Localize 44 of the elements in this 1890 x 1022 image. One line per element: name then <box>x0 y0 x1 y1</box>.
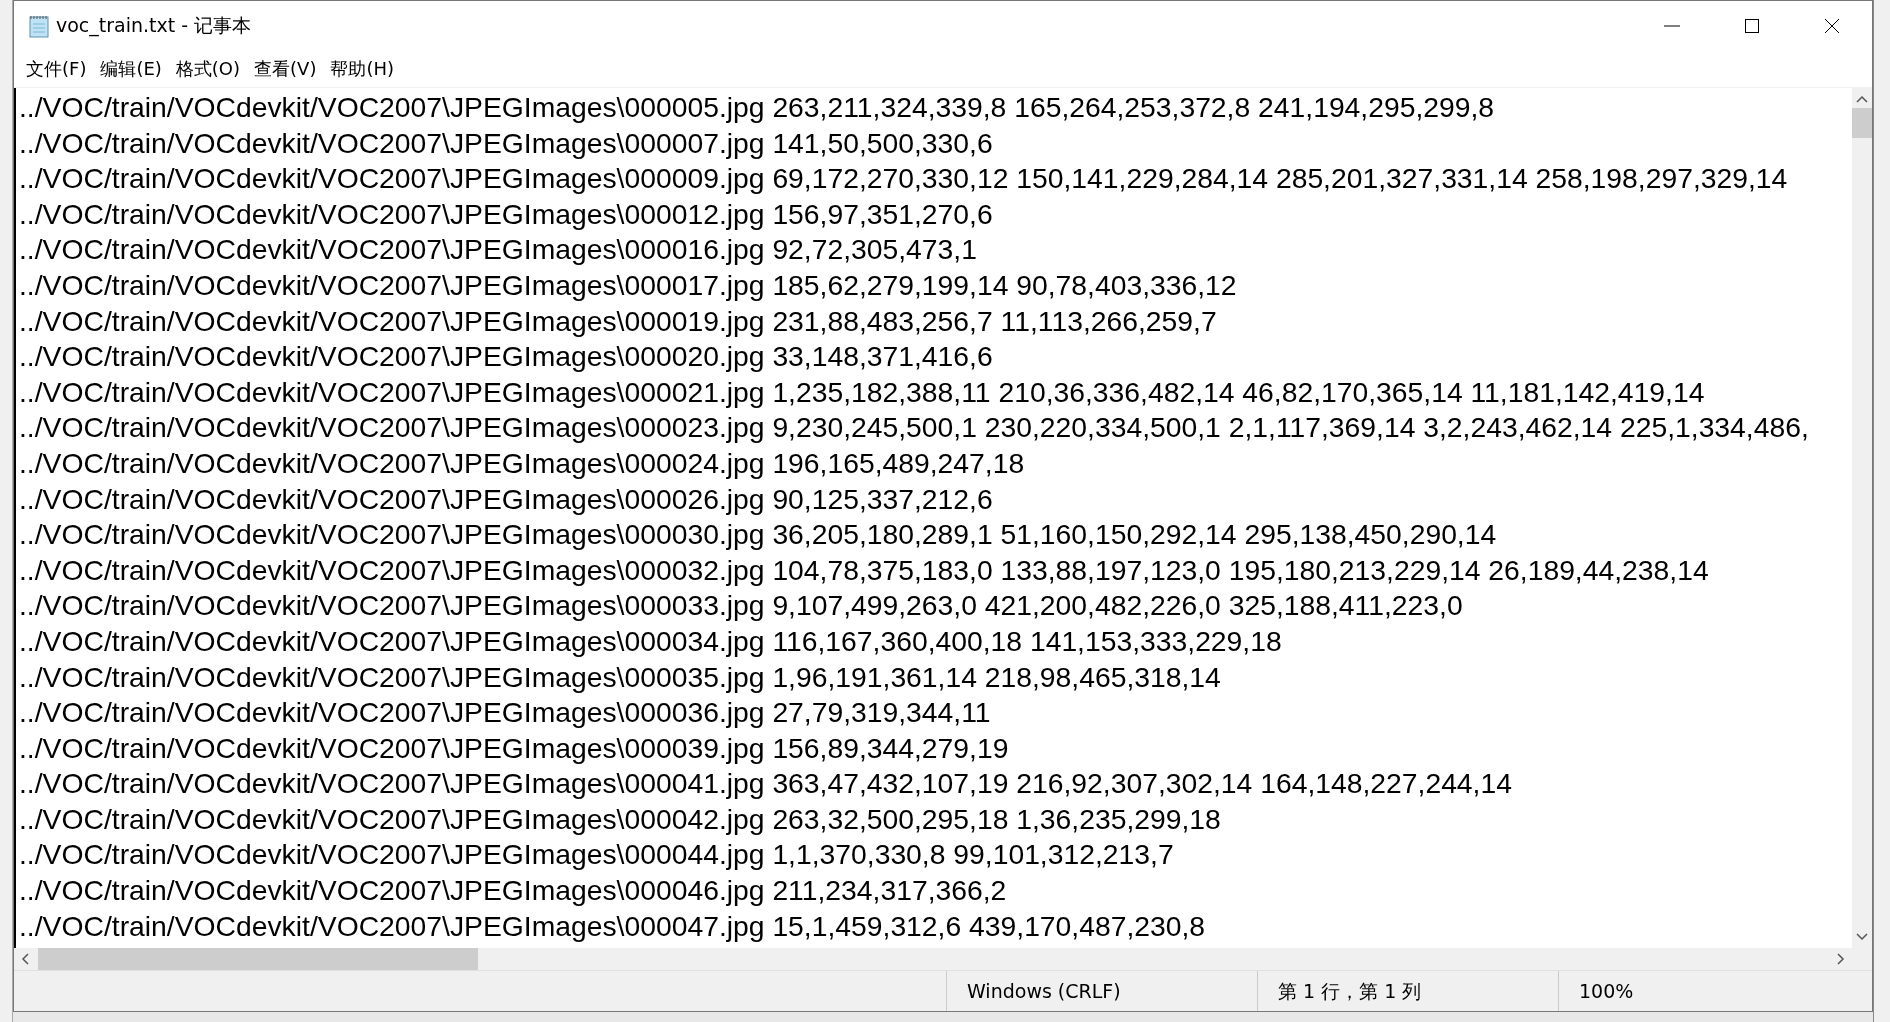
line-ending-status: Windows (CRLF) <box>946 971 1257 1011</box>
menu-item[interactable]: 格式(O) <box>169 53 247 85</box>
zoom-status: 100% <box>1558 971 1729 1011</box>
menu-item[interactable]: 查看(V) <box>248 53 323 85</box>
notepad-icon <box>28 14 50 38</box>
text-line: ../VOC/train/VOCdevkit/VOC2007\JPEGImages\000017.jpg 185,62,279,199,14 90,78,403,336,12 <box>19 267 1238 303</box>
maximize-icon <box>1744 18 1760 34</box>
text-line: ../VOC/train/VOCdevkit/VOC2007\JPEGImages\000020.jpg 33,148,371,416,6 <box>19 339 994 375</box>
text-line: ../VOC/train/VOCdevkit/VOC2007\JPEGImages\000039.jpg 156,89,344,279,19 <box>19 730 1010 766</box>
text-line: ../VOC/train/VOCdevkit/VOC2007\JPEGImages\000034.jpg 116,167,360,400,18 141,153,333,229,18 <box>19 623 1283 659</box>
text-line: ../VOC/train/VOCdevkit/VOC2007\JPEGImages\000047.jpg 15,1,459,312,6 439,170,487,230,8 <box>19 908 1207 944</box>
scroll-up-icon <box>1855 94 1869 104</box>
text-line: ../VOC/train/VOCdevkit/VOC2007\JPEGImages\000033.jpg 9,107,499,263,0 421,200,482,226,0 325,188,411,223,0 <box>19 588 1464 624</box>
text-line: ../VOC/train/VOCdevkit/VOC2007\JPEGImages\000019.jpg 231,88,483,256,7 11,113,266,259,7 <box>19 303 1218 339</box>
window-title: voc_train.txt - 记事本 <box>56 13 252 39</box>
text-line: ../VOC/train/VOCdevkit/VOC2007\JPEGImages\000005.jpg 263,211,324,339,8 165,264,253,372,8 241,194,295,299,8 <box>19 90 1496 125</box>
text-line: ../VOC/train/VOCdevkit/VOC2007\JPEGImages\000042.jpg 263,32,500,295,18 1,36,235,299,18 <box>19 801 1222 837</box>
text-line: ../VOC/train/VOCdevkit/VOC2007\JPEGImages\000036.jpg 27,79,319,344,11 <box>19 695 992 731</box>
close-icon <box>1824 18 1840 34</box>
text-line: ../VOC/train/VOCdevkit/VOC2007\JPEGImages\000035.jpg 1,96,191,361,14 218,98,465,318,14 <box>19 659 1222 695</box>
cursor-position-status: 第 1 行，第 1 列 <box>1257 971 1558 1011</box>
text-line: ../VOC/train/VOCdevkit/VOC2007\JPEGImages\000041.jpg 363,47,432,107,19 216,92,307,302,14 164,148,227,244,14 <box>19 766 1513 802</box>
text-line: ../VOC/train/VOCdevkit/VOC2007\JPEGImages\000012.jpg 156,97,351,270,6 <box>19 196 994 232</box>
text-line: ../VOC/train/VOCdevkit/VOC2007\JPEGImages\000044.jpg 1,1,370,330,8 99,101,312,213,7 <box>19 837 1175 873</box>
text-line: ../VOC/train/VOCdevkit/VOC2007\JPEGImages\000023.jpg 9,230,245,500,1 230,220,334,500,1 2,1,117,369,14 3,2,243,462,14 225,1,334,486, <box>19 410 1810 446</box>
menu-item[interactable]: 文件(F) <box>20 53 93 85</box>
minimize-icon <box>1664 25 1680 27</box>
text-line: ../VOC/train/VOCdevkit/VOC2007\JPEGImages\000046.jpg 211,234,317,366,2 <box>19 873 1008 909</box>
text-line: ../VOC/train/VOCdevkit/VOC2007\JPEGImages\000024.jpg 196,165,489,247,18 <box>19 445 1026 481</box>
text-line: ../VOC/train/VOCdevkit/VOC2007\JPEGImages\000009.jpg 69,172,270,330,12 150,141,229,284,14 285,201,327,331,14 258,198,297,329,14 <box>19 161 1789 197</box>
text-line: ../VOC/train/VOCdevkit/VOC2007\JPEGImages\000032.jpg 104,78,375,183,0 133,88,197,123,0 195,180,213,229,14 26,189,44,238,14 <box>19 552 1710 588</box>
scroll-down-icon <box>1855 932 1869 942</box>
scrollbar-thumb[interactable] <box>1852 108 1872 138</box>
menu-item[interactable]: 帮助(H) <box>324 53 400 85</box>
scroll-left-icon <box>20 952 30 966</box>
text-line: ../VOC/train/VOCdevkit/VOC2007\JPEGImages\000016.jpg 92,72,305,473,1 <box>19 232 978 268</box>
scroll-right-icon <box>1836 952 1846 966</box>
scrollbar-thumb[interactable] <box>38 948 478 970</box>
text-line: ../VOC/train/VOCdevkit/VOC2007\JPEGImages\000026.jpg 90,125,337,212,6 <box>19 481 994 517</box>
menu-item[interactable]: 编辑(E) <box>94 53 168 85</box>
text-line: ../VOC/train/VOCdevkit/VOC2007\JPEGImages\000007.jpg 141,50,500,330,6 <box>19 125 994 161</box>
text-line: ../VOC/train/VOCdevkit/VOC2007\JPEGImages\000021.jpg 1,235,182,388,11 210,36,336,482,14 46,82,170,365,14 11,181,142,419,14 <box>19 374 1706 410</box>
text-line: ../VOC/train/VOCdevkit/VOC2007\JPEGImages\000030.jpg 36,205,180,289,1 51,160,150,292,14 295,138,450,290,14 <box>19 517 1498 553</box>
vertical-scrollbar[interactable] <box>1852 88 1872 948</box>
